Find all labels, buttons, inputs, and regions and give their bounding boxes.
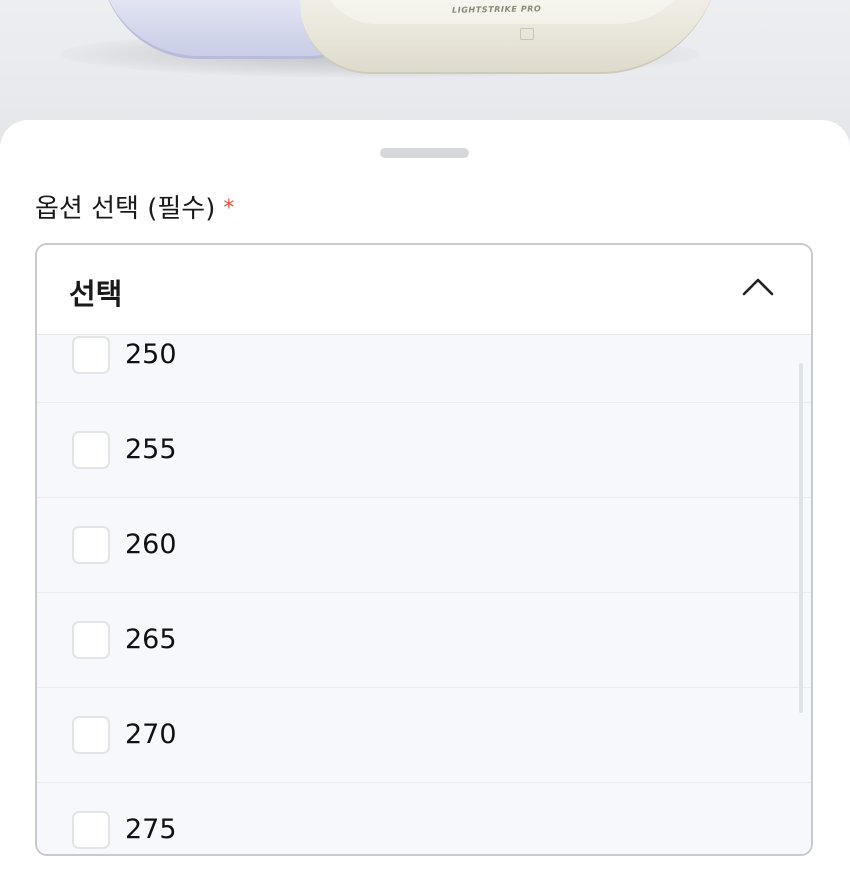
shoe-logo-mark [520, 28, 534, 40]
option-label: 250 [125, 339, 177, 370]
dropdown-selected-value: 선택 [69, 277, 123, 311]
option-list-scrollbar[interactable] [799, 363, 803, 713]
option-checkbox[interactable] [72, 811, 110, 849]
dropdown-toggle[interactable]: 선택 [37, 245, 811, 335]
option-select-dropdown: 선택 250 255 260 265 270 275 [35, 243, 813, 856]
chevron-up-icon[interactable] [741, 275, 775, 297]
option-checkbox[interactable] [72, 716, 110, 754]
option-label-text: 옵션 선택 (필수) [35, 194, 216, 224]
option-label: 260 [125, 529, 177, 560]
sheet-grabber-handle[interactable] [380, 148, 469, 158]
option-checkbox[interactable] [72, 336, 110, 374]
option-item-260[interactable]: 260 [37, 498, 811, 593]
required-asterisk: * [223, 196, 235, 221]
option-bottom-sheet: 옵션 선택 (필수) * 선택 250 255 260 265 270 275 [0, 120, 850, 885]
option-item-255[interactable]: 255 [37, 403, 811, 498]
option-checkbox[interactable] [72, 621, 110, 659]
screen: LIGHTSTRIKE PRO 옵션 선택 (필수) * 선택 250 255 … [0, 0, 850, 885]
option-list[interactable]: 250 255 260 265 270 275 [37, 335, 811, 854]
option-item-275[interactable]: 275 [37, 783, 811, 854]
option-item-250[interactable]: 250 [37, 335, 811, 403]
option-label: 275 [125, 814, 177, 845]
shoe-brand-print: LIGHTSTRIKE PRO [451, 4, 542, 15]
option-checkbox[interactable] [72, 526, 110, 564]
option-item-265[interactable]: 265 [37, 593, 811, 688]
option-label: 270 [125, 719, 177, 750]
option-label: 255 [125, 434, 177, 465]
option-section-label: 옵션 선택 (필수) * [35, 188, 234, 225]
option-label: 265 [125, 624, 177, 655]
option-item-270[interactable]: 270 [37, 688, 811, 783]
option-checkbox[interactable] [72, 431, 110, 469]
